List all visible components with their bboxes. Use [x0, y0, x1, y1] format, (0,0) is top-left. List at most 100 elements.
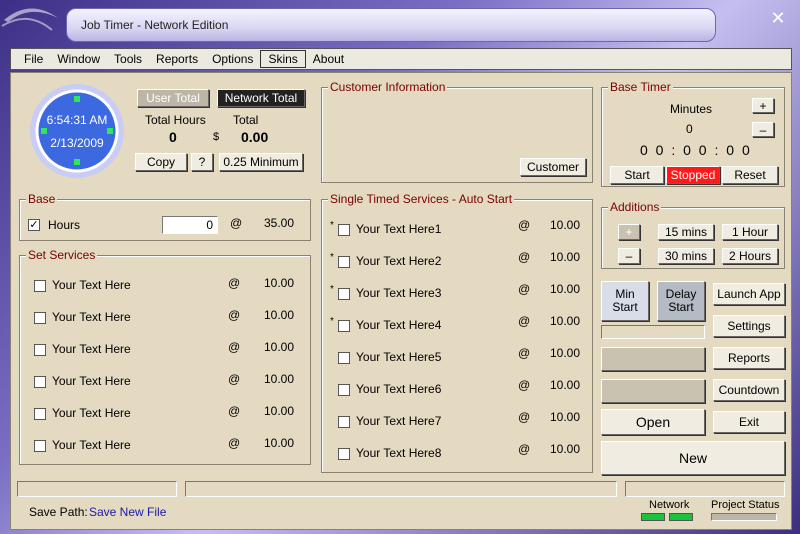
set-service-checkbox[interactable]: [34, 376, 46, 388]
set-service-at: @: [228, 276, 241, 290]
set-service-checkbox[interactable]: [34, 280, 46, 292]
delay-start-button[interactable]: Delay Start: [657, 281, 705, 321]
single-service-at: @: [518, 314, 531, 328]
status-field-3: [625, 481, 785, 497]
customer-button[interactable]: Customer: [520, 158, 586, 176]
timer-status-button[interactable]: Stopped: [666, 166, 720, 184]
base-title: Base: [26, 192, 58, 206]
additions-minus-button[interactable]: –: [618, 248, 640, 264]
set-service-rate: 10.00: [264, 436, 295, 450]
single-service-checkbox[interactable]: [338, 448, 350, 460]
hours-checkbox[interactable]: ✓: [28, 219, 40, 231]
hours-input[interactable]: 0: [162, 216, 218, 234]
save-path-link[interactable]: Save New File: [89, 505, 166, 519]
minutes-plus-button[interactable]: +: [752, 98, 774, 113]
single-service-checkbox[interactable]: [338, 256, 350, 268]
single-service-checkbox[interactable]: [338, 288, 350, 300]
set-service-rate: 10.00: [264, 276, 295, 290]
single-service-label: Your Text Here4: [356, 318, 442, 332]
menu-window[interactable]: Window: [50, 51, 107, 67]
total-label: Total: [233, 113, 259, 127]
settings-button[interactable]: Settings: [713, 315, 785, 337]
add-2-hours-button[interactable]: 2 Hours: [722, 248, 778, 264]
set-service-at: @: [228, 372, 241, 386]
user-total-button[interactable]: User Total: [137, 89, 209, 107]
countdown-button[interactable]: Countdown: [713, 379, 785, 401]
clock-time: 6:54:31 AM: [46, 113, 108, 127]
single-service-label: Your Text Here7: [356, 414, 442, 428]
single-service-checkbox[interactable]: [338, 384, 350, 396]
min-start-button[interactable]: Min Start: [601, 281, 649, 321]
launch-app-button[interactable]: Launch App: [713, 283, 785, 305]
set-service-rate: 10.00: [264, 404, 295, 418]
minimum-button[interactable]: 0.25 Minimum: [219, 153, 303, 171]
copy-button[interactable]: Copy: [135, 153, 187, 171]
single-service-label: Your Text Here1: [356, 222, 442, 236]
new-button[interactable]: New: [601, 441, 785, 475]
close-button[interactable]: ✕: [764, 6, 792, 30]
reports-button[interactable]: Reports: [713, 347, 785, 369]
customer-info-title: Customer Information: [328, 80, 448, 94]
network-led-2: [669, 513, 693, 521]
menu-skins[interactable]: Skins: [260, 50, 306, 68]
customer-info-group: Customer Information Customer: [321, 80, 593, 183]
timer-reset-button[interactable]: Reset: [722, 166, 778, 184]
additions-plus-button[interactable]: +: [618, 224, 640, 240]
single-service-checkbox[interactable]: [338, 416, 350, 428]
set-service-at: @: [228, 436, 241, 450]
single-service-rate: 10.00: [550, 410, 581, 424]
menu-bar: File Window Tools Reports Options Skins …: [10, 48, 792, 70]
status-field-2: [185, 481, 617, 497]
help-button[interactable]: ?: [191, 153, 213, 171]
exit-button[interactable]: Exit: [713, 411, 785, 433]
auto-start-star: *: [330, 316, 334, 327]
set-service-at: @: [228, 404, 241, 418]
single-service-rate: 10.00: [550, 346, 581, 360]
add-1-hour-button[interactable]: 1 Hour: [722, 224, 778, 240]
menu-options[interactable]: Options: [205, 51, 260, 67]
single-service-label: Your Text Here8: [356, 446, 442, 460]
set-service-checkbox[interactable]: [34, 344, 46, 356]
add-15-mins-button[interactable]: 15 mins: [658, 224, 714, 240]
single-service-checkbox[interactable]: [338, 320, 350, 332]
set-service-checkbox[interactable]: [34, 312, 46, 324]
set-services-group: Set Services Your Text Here @ 10.00 Your…: [19, 248, 311, 465]
timer-start-button[interactable]: Start: [610, 166, 664, 184]
single-service-checkbox[interactable]: [338, 352, 350, 364]
menu-reports[interactable]: Reports: [149, 51, 205, 67]
hours-rate: 35.00: [264, 216, 295, 230]
minutes-minus-button[interactable]: –: [752, 122, 774, 137]
save-path-label: Save Path:: [29, 505, 88, 519]
single-service-rate: 10.00: [550, 282, 581, 296]
clock-widget: [30, 84, 124, 178]
total-value: 0.00: [241, 129, 269, 145]
open-button[interactable]: Open: [601, 409, 705, 435]
single-service-label: Your Text Here2: [356, 254, 442, 268]
set-service-label: Your Text Here: [52, 406, 131, 420]
auto-start-star: *: [330, 252, 334, 263]
title-bar[interactable]: Job Timer - Network Edition: [66, 8, 716, 42]
menu-file[interactable]: File: [17, 51, 50, 67]
single-service-checkbox[interactable]: [338, 224, 350, 236]
add-30-mins-button[interactable]: 30 mins: [658, 248, 714, 264]
set-service-checkbox[interactable]: [34, 440, 46, 452]
timer-display: 0 0 : 0 0 : 0 0: [640, 142, 752, 158]
total-hours-label: Total Hours: [145, 113, 206, 127]
window-title: Job Timer - Network Edition: [81, 18, 229, 32]
app-window: Job Timer - Network Edition ✕ File Windo…: [0, 0, 800, 534]
network-led-1: [641, 513, 665, 521]
menu-about[interactable]: About: [306, 51, 351, 67]
base-timer-title: Base Timer: [608, 80, 673, 94]
single-service-at: @: [518, 282, 531, 296]
single-service-at: @: [518, 346, 531, 360]
disabled-button-2[interactable]: [601, 379, 705, 403]
set-service-checkbox[interactable]: [34, 408, 46, 420]
hours-label: Hours: [48, 218, 81, 232]
set-service-rate: 10.00: [264, 372, 295, 386]
single-service-rate: 10.00: [550, 218, 581, 232]
menu-tools[interactable]: Tools: [107, 51, 149, 67]
network-total-button[interactable]: Network Total: [217, 89, 305, 107]
total-hours-value: 0: [169, 129, 177, 145]
single-service-rate: 10.00: [550, 442, 581, 456]
disabled-button-1[interactable]: [601, 347, 705, 371]
